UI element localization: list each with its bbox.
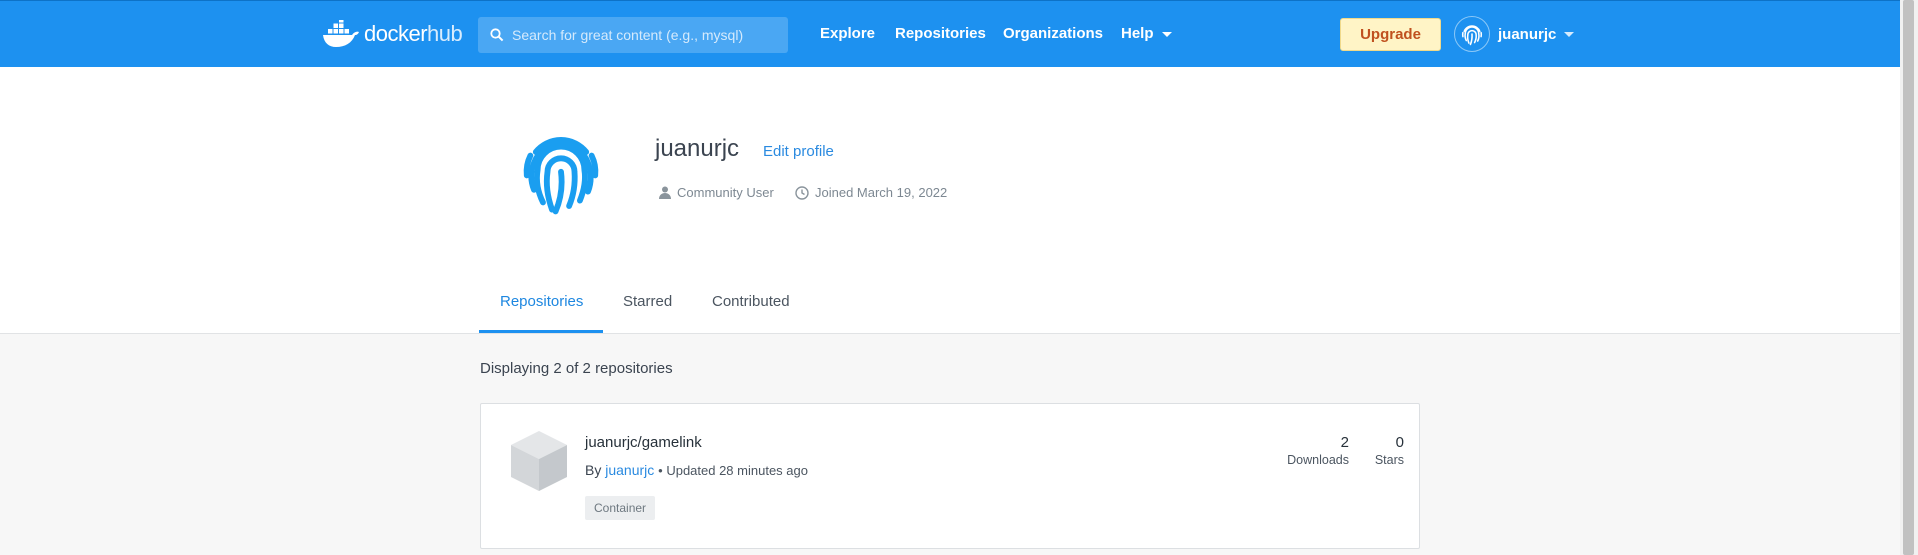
- nav-help[interactable]: Help: [1121, 25, 1172, 42]
- profile-role: Community User: [659, 185, 774, 200]
- nav-help-label: Help: [1121, 25, 1154, 42]
- profile-joined: Joined March 19, 2022: [795, 185, 947, 200]
- docker-hub-logo[interactable]: dockerhub: [322, 19, 463, 49]
- cube-icon: [511, 431, 567, 491]
- profile-header: juanurjc Edit profile Community User Joi…: [0, 67, 1900, 334]
- repository-card[interactable]: juanurjc/gamelink By juanurjc • Updated …: [480, 403, 1420, 549]
- clock-icon: [795, 185, 809, 200]
- downloads-count: 2: [1340, 434, 1349, 451]
- user-menu[interactable]: juanurjc: [1454, 16, 1575, 52]
- top-navbar: dockerhub Explore Repositories Organizat…: [0, 0, 1900, 67]
- fingerprint-avatar-icon: [1461, 25, 1483, 46]
- logo-hub-text: hub: [427, 21, 463, 46]
- profile-joined-text: Joined March 19, 2022: [815, 185, 948, 200]
- upgrade-button[interactable]: Upgrade: [1340, 18, 1441, 51]
- user-menu-username: juanurjc: [1498, 25, 1557, 43]
- repository-name[interactable]: juanurjc/gamelink: [585, 434, 702, 451]
- stars-stat: 0 Stars: [1375, 434, 1404, 467]
- edit-profile-link[interactable]: Edit profile: [763, 143, 834, 160]
- profile-username: juanurjc: [655, 135, 740, 162]
- stars-label: Stars: [1374, 453, 1404, 467]
- repository-owner-link[interactable]: juanurjc: [605, 462, 654, 478]
- active-tab-indicator: [479, 330, 603, 333]
- downloads-stat: 2 Downloads: [1287, 434, 1349, 467]
- user-icon: [659, 186, 671, 199]
- fingerprint-avatar-icon: [523, 137, 599, 215]
- repositories-count: Displaying 2 of 2 repositories: [480, 360, 673, 377]
- logo-docker-text: docker: [364, 21, 428, 46]
- scrollbar-thumb[interactable]: [1903, 0, 1914, 555]
- search-icon: [490, 28, 504, 42]
- search-box[interactable]: [478, 17, 788, 53]
- docker-whale-icon: [323, 20, 359, 47]
- tab-starred[interactable]: Starred: [623, 293, 672, 310]
- repository-type-badge: Container: [585, 496, 656, 520]
- tab-repositories[interactable]: Repositories: [500, 293, 583, 310]
- chevron-down-icon: [1161, 31, 1172, 37]
- repository-updated: • Updated 28 minutes ago: [658, 463, 808, 478]
- avatar: [1454, 16, 1490, 52]
- repository-byline: By juanurjc • Updated 28 minutes ago: [585, 462, 808, 478]
- search-input[interactable]: [510, 26, 784, 44]
- profile-role-text: Community User: [677, 185, 774, 200]
- chevron-down-icon: [1564, 31, 1575, 37]
- nav-organizations[interactable]: Organizations: [1003, 25, 1103, 42]
- repository-by-prefix: By: [585, 462, 602, 478]
- tab-contributed[interactable]: Contributed: [712, 293, 790, 310]
- downloads-label: Downloads: [1287, 453, 1349, 467]
- nav-repositories[interactable]: Repositories: [895, 25, 986, 42]
- stars-count: 0: [1395, 434, 1404, 451]
- nav-explore[interactable]: Explore: [820, 25, 875, 42]
